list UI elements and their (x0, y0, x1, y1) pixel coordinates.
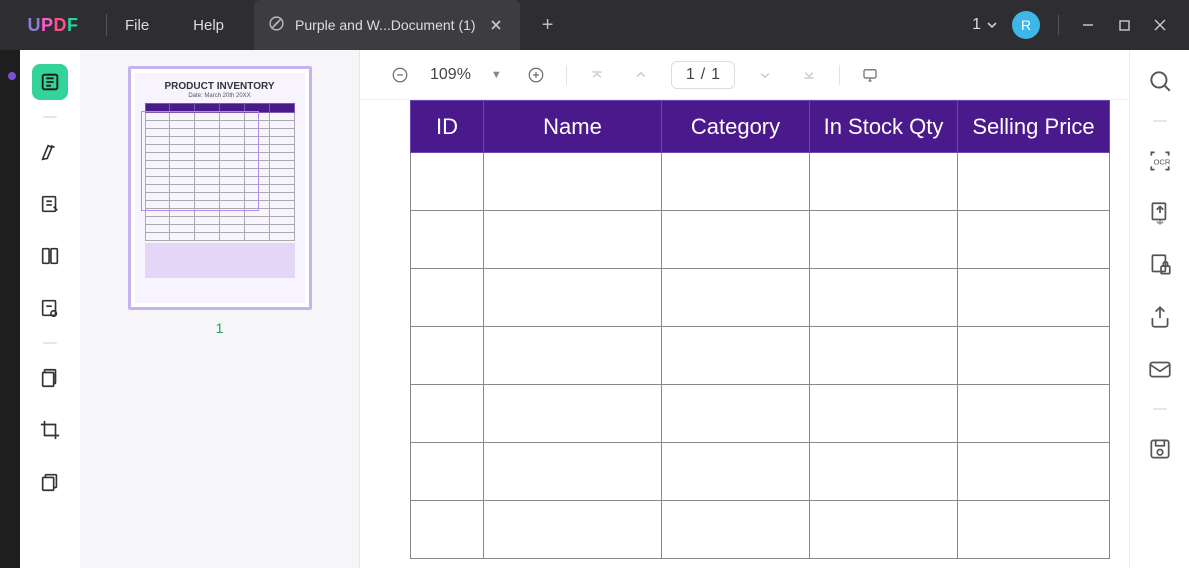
presentation-button[interactable] (856, 61, 884, 89)
highlight-tool[interactable] (32, 134, 68, 170)
table-row (411, 211, 1110, 269)
email-button[interactable] (1147, 356, 1173, 382)
titlebar-right: 1 R (972, 11, 1189, 39)
table-row (411, 501, 1110, 559)
total-pages: 1 (711, 66, 720, 84)
page-indicator[interactable]: 1 / 1 (671, 61, 735, 89)
open-docs-count[interactable]: 1 (972, 16, 998, 34)
pages-tool[interactable] (32, 360, 68, 396)
table-row (411, 385, 1110, 443)
thumb-doc-title: PRODUCT INVENTORY (164, 81, 274, 92)
document-tab[interactable]: Purple and W...Document (1) (254, 0, 520, 50)
thumb-table: document.write(Array.from({length:16}).m… (145, 103, 295, 241)
col-name: Name (484, 101, 662, 153)
right-tool-rail: OCR (1129, 50, 1189, 568)
table-row (411, 327, 1110, 385)
app-logo: UPDF (0, 15, 106, 36)
close-window-button[interactable] (1149, 14, 1171, 36)
separator (839, 65, 840, 85)
search-button[interactable] (1147, 68, 1173, 94)
rail-separator (1153, 120, 1167, 122)
batch-tool[interactable] (32, 464, 68, 500)
next-page-button[interactable] (751, 61, 779, 89)
ocr-button[interactable]: OCR (1147, 148, 1173, 174)
tab-close-button[interactable] (486, 15, 506, 35)
inventory-table: ID Name Category In Stock Qty Selling Pr… (410, 100, 1110, 559)
col-price: Selling Price (958, 101, 1110, 153)
page-thumbnail[interactable]: PRODUCT INVENTORY Date: March 20th 20XX … (128, 66, 312, 310)
table-row (411, 269, 1110, 327)
tab-title: Purple and W...Document (1) (295, 17, 476, 33)
col-id: ID (411, 101, 484, 153)
maximize-button[interactable] (1113, 14, 1135, 36)
zoom-out-button[interactable] (386, 61, 414, 89)
col-category: Category (662, 101, 810, 153)
last-page-button[interactable] (795, 61, 823, 89)
protect-button[interactable] (1147, 252, 1173, 278)
separator (566, 65, 567, 85)
convert-button[interactable] (1147, 200, 1173, 226)
rail-separator (43, 116, 57, 118)
form-tool[interactable] (32, 290, 68, 326)
organize-tool[interactable] (32, 238, 68, 274)
thumbnail-content: PRODUCT INVENTORY Date: March 20th 20XX … (135, 73, 305, 303)
save-button[interactable] (1147, 436, 1173, 462)
separator (106, 14, 107, 36)
reader-tool[interactable] (32, 64, 68, 100)
table-row (411, 443, 1110, 501)
share-button[interactable] (1147, 304, 1173, 330)
new-tab-button[interactable]: + (534, 14, 562, 37)
document-area: 109% ▼ 1 / 1 (360, 50, 1129, 568)
chevron-down-icon (986, 19, 998, 31)
col-stock: In Stock Qty (810, 101, 958, 153)
document-canvas[interactable]: ID Name Category In Stock Qty Selling Pr… (360, 100, 1129, 568)
no-edit-icon (268, 15, 285, 35)
separator (1058, 15, 1059, 35)
first-page-button[interactable] (583, 61, 611, 89)
menu-help[interactable]: Help (193, 17, 224, 34)
thumb-notes-area (145, 243, 295, 278)
view-toolbar: 109% ▼ 1 / 1 (360, 50, 1129, 100)
svg-text:OCR: OCR (1153, 157, 1170, 166)
rail-separator (43, 342, 57, 344)
zoom-in-button[interactable] (522, 61, 550, 89)
minimize-button[interactable] (1077, 14, 1099, 36)
thumb-doc-date: Date: March 20th 20XX (188, 93, 250, 99)
main-menu: File Help (113, 17, 224, 34)
prev-page-button[interactable] (627, 61, 655, 89)
thumbnail-page-number: 1 (216, 320, 224, 336)
rail-separator (1153, 408, 1167, 410)
zoom-dropdown[interactable]: ▼ (487, 69, 506, 81)
crop-tool[interactable] (32, 412, 68, 448)
table-row (411, 153, 1110, 211)
workspace: PRODUCT INVENTORY Date: March 20th 20XX … (20, 50, 1189, 568)
zoom-value: 109% (430, 66, 471, 84)
current-page: 1 (686, 66, 695, 84)
titlebar: UPDF File Help Purple and W...Document (… (0, 0, 1189, 50)
open-docs-number: 1 (972, 16, 981, 34)
thumbnail-panel: PRODUCT INVENTORY Date: March 20th 20XX … (80, 50, 360, 568)
left-tool-rail (20, 50, 80, 568)
indicator-dot (8, 72, 16, 80)
edit-text-tool[interactable] (32, 186, 68, 222)
page-sep: / (701, 66, 705, 84)
menu-file[interactable]: File (125, 17, 149, 34)
page-content: ID Name Category In Stock Qty Selling Pr… (410, 100, 1110, 559)
user-avatar[interactable]: R (1012, 11, 1040, 39)
